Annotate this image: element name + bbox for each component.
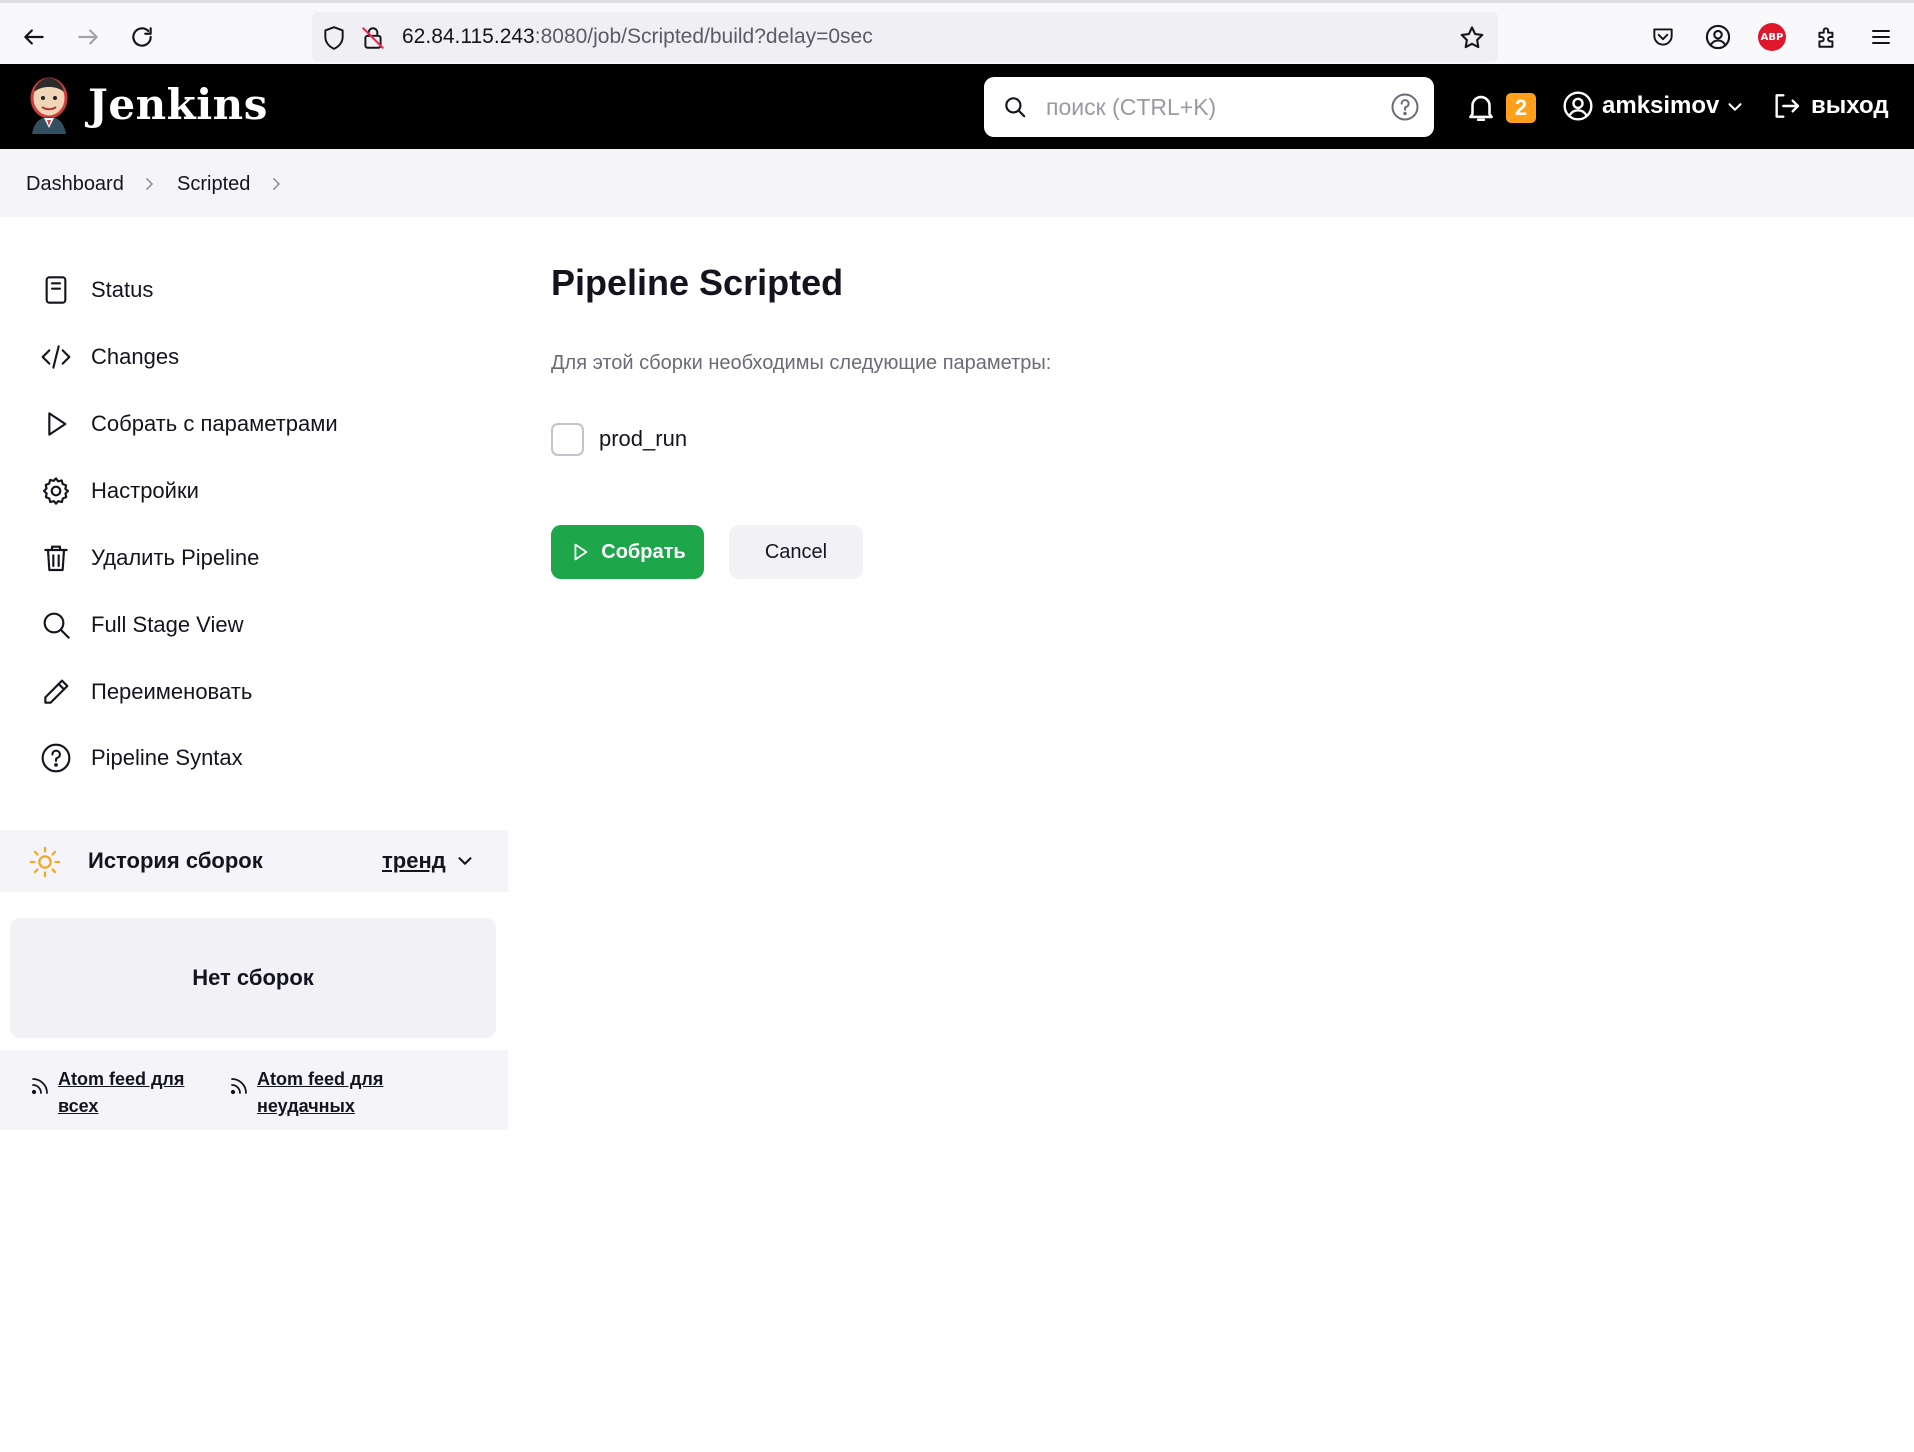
build-history-header: История сборок тренд	[0, 830, 508, 892]
bookmark-star-icon[interactable]	[1458, 24, 1486, 52]
sidebar-item-label: Changes	[91, 344, 180, 369]
notification-badge[interactable]: 2	[1506, 93, 1536, 123]
gear-icon	[42, 477, 70, 505]
insecure-lock-icon[interactable]	[360, 25, 386, 51]
play-icon	[574, 543, 588, 561]
url-text[interactable]: 62.84.115.243:8080/job/Scripted/build?de…	[402, 25, 873, 49]
extensions-button[interactable]	[1812, 22, 1842, 52]
prod-run-checkbox[interactable]	[551, 422, 584, 456]
bell-icon[interactable]	[1464, 90, 1498, 124]
sidebar-item-label: Pipeline Syntax	[91, 745, 243, 770]
sidebar-item-build-with-parameters[interactable]: Собрать с параметрами	[40, 404, 338, 444]
sidebar-item-label: Переименовать	[91, 679, 253, 704]
prod-run-label[interactable]: prod_run	[599, 426, 687, 452]
chevron-right-icon	[146, 178, 154, 190]
trend-link[interactable]: тренд	[382, 848, 446, 874]
account-icon	[1705, 24, 1731, 50]
back-button[interactable]	[16, 19, 52, 55]
atom-feeds: Atom feed для всех Atom feed для неудачн…	[0, 1050, 508, 1130]
back-arrow-icon	[24, 29, 44, 45]
jenkins-brand[interactable]: Jenkins	[88, 80, 268, 129]
trash-icon	[44, 545, 68, 572]
code-icon	[41, 345, 71, 369]
hamburger-menu-icon	[1872, 30, 1890, 44]
url-path: :8080/job/Scripted/build?delay=0sec	[534, 25, 873, 48]
param-prod-run[interactable]: prod_run	[551, 422, 687, 456]
search-icon	[43, 612, 70, 639]
no-builds-message: Нет сборок	[10, 918, 496, 1038]
jenkins-logo-icon[interactable]	[26, 76, 72, 136]
sidebar-item-full-stage-view[interactable]: Full Stage View	[40, 605, 243, 645]
sidebar-item-label: Настройки	[91, 478, 199, 503]
build-history-title: История сборок	[88, 848, 263, 873]
chevron-down-icon[interactable]	[454, 850, 476, 872]
sidebar-item-label: Status	[91, 277, 154, 302]
url-host: 62.84.115.243	[402, 25, 535, 48]
adblock-button[interactable]: ABP	[1757, 22, 1787, 52]
forward-arrow-icon	[78, 29, 98, 45]
sidebar-item-label: Собрать с параметрами	[91, 411, 338, 436]
adblock-icon: ABP	[1758, 23, 1786, 51]
sidebar-item-label: Full Stage View	[91, 612, 244, 637]
pocket-button[interactable]	[1648, 22, 1678, 52]
sidebar-item-delete-pipeline[interactable]: Удалить Pipeline	[40, 538, 259, 578]
search-input[interactable]	[1046, 89, 1356, 125]
url-bar[interactable]: 62.84.115.243:8080/job/Scripted/build?de…	[312, 12, 1498, 62]
play-icon	[48, 412, 67, 436]
username-link[interactable]: amksimov	[1602, 92, 1719, 120]
atom-feed-failures-link[interactable]: Atom feed для неудачных	[257, 1066, 397, 1120]
chevron-down-icon[interactable]	[1724, 96, 1746, 118]
rss-icon	[31, 1078, 48, 1095]
breadcrumb-dashboard[interactable]: Dashboard	[26, 173, 124, 196]
sidebar-item-label: Удалить Pipeline	[91, 545, 260, 570]
status-icon	[45, 276, 67, 304]
shield-icon[interactable]	[321, 25, 347, 51]
help-icon	[41, 743, 71, 773]
feed-all[interactable]: Atom feed для всех	[28, 1066, 198, 1120]
breadcrumb-scripted[interactable]: Scripted	[177, 173, 250, 196]
sidebar-item-pipeline-syntax[interactable]: Pipeline Syntax	[40, 738, 243, 778]
rss-icon	[230, 1078, 247, 1095]
sidebar-item-configure[interactable]: Настройки	[40, 471, 199, 511]
chevron-right-icon[interactable]	[267, 173, 285, 195]
menu-button[interactable]	[1866, 22, 1896, 52]
feed-failures[interactable]: Atom feed для неудачных	[227, 1066, 397, 1120]
reload-button[interactable]	[124, 19, 160, 55]
forward-button[interactable]	[70, 19, 106, 55]
browser-toolbar: 62.84.115.243:8080/job/Scripted/build?de…	[0, 0, 1914, 64]
breadcrumb: Dashboard Scripted	[0, 149, 1914, 217]
help-icon[interactable]	[1390, 92, 1420, 122]
cancel-button[interactable]: Cancel	[729, 525, 863, 579]
user-icon[interactable]	[1562, 90, 1594, 122]
logout-icon[interactable]	[1770, 90, 1802, 122]
page-title: Pipeline Scripted	[551, 262, 844, 303]
sun-weather-icon	[29, 846, 61, 878]
parameters-description: Для этой сборки необходимы следующие пар…	[551, 352, 1052, 374]
sidebar-item-rename[interactable]: Переименовать	[40, 672, 252, 712]
search-box[interactable]	[984, 77, 1434, 137]
logout-link[interactable]: выход	[1811, 92, 1889, 120]
build-button[interactable]: Собрать	[551, 525, 704, 579]
pencil-icon	[44, 679, 69, 704]
jenkins-header: Jenkins 2 amksimov выход	[0, 64, 1914, 149]
pocket-icon	[1653, 28, 1673, 46]
atom-feed-all-link[interactable]: Atom feed для всех	[58, 1066, 198, 1120]
puzzle-icon	[1818, 27, 1834, 48]
sidebar-item-status[interactable]: Status	[40, 270, 153, 310]
build-button-label: Собрать	[601, 540, 686, 563]
sidebar-item-changes[interactable]: Changes	[40, 337, 179, 377]
account-button[interactable]	[1703, 22, 1733, 52]
search-icon	[1005, 97, 1026, 118]
cancel-button-label: Cancel	[764, 540, 828, 563]
reload-icon	[132, 27, 152, 47]
